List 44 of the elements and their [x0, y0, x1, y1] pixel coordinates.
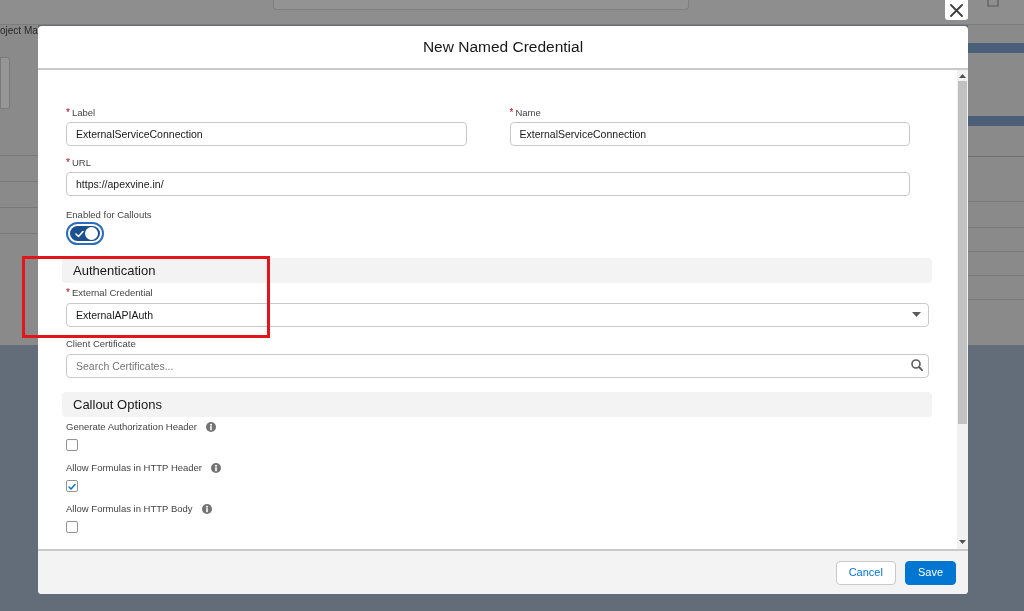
caret-down-icon[interactable]: [959, 540, 966, 544]
required-asterisk: *: [66, 156, 70, 170]
field-label: Allow Formulas in HTTP Body: [66, 502, 193, 516]
cancel-button[interactable]: Cancel: [835, 560, 896, 585]
info-icon[interactable]: [201, 504, 212, 514]
save-button[interactable]: Save: [904, 560, 956, 585]
required-asterisk: *: [66, 106, 70, 120]
field-label: Client Certificate: [66, 337, 136, 351]
required-asterisk: *: [66, 286, 70, 300]
tab-label[interactable]: oject Ma: [0, 25, 38, 37]
info-icon[interactable]: [206, 422, 216, 432]
background-banner: [968, 116, 1024, 126]
text-field[interactable]: ExternalServiceConnection: [66, 122, 467, 146]
scrollbar-track[interactable]: [957, 70, 968, 549]
info-icon[interactable]: [211, 463, 222, 473]
close-button[interactable]: [945, 0, 968, 20]
field-label: Allow Formulas in HTTP Header: [66, 461, 203, 475]
checkbox[interactable]: [66, 521, 78, 533]
check-icon: [75, 229, 84, 238]
checkbox[interactable]: [66, 439, 78, 451]
toggle-switch[interactable]: [66, 222, 104, 245]
modal-title: New Named Credential: [422, 37, 584, 58]
check-icon: [68, 482, 76, 490]
combobox[interactable]: ExternalAPIAuth: [66, 303, 929, 327]
field-label: Label: [71, 106, 96, 120]
field-label: Name: [515, 106, 541, 120]
section-header: Authentication: [62, 258, 932, 283]
field-label: Enabled for Callouts: [66, 208, 152, 222]
field-label: Generate Authorization Header: [66, 420, 197, 434]
caret-up-icon[interactable]: [959, 74, 966, 78]
field-label: External Credential: [71, 286, 153, 300]
text-field[interactable]: ExternalServiceConnection: [509, 122, 910, 146]
checkbox[interactable]: [66, 480, 78, 492]
caret-down-icon[interactable]: [912, 312, 921, 317]
scrollbar-thumb[interactable]: [958, 81, 967, 424]
required-asterisk: *: [509, 106, 514, 120]
search-field[interactable]: Search Certificates...: [66, 354, 929, 378]
text-field[interactable]: https://apexvine.in/: [66, 172, 910, 196]
close-icon: [950, 3, 963, 17]
section-header: Callout Options: [62, 392, 932, 417]
toggle-knob: [85, 227, 98, 240]
field-label: URL: [71, 156, 91, 170]
background-banner: [968, 43, 1024, 53]
search-icon[interactable]: [911, 359, 923, 371]
